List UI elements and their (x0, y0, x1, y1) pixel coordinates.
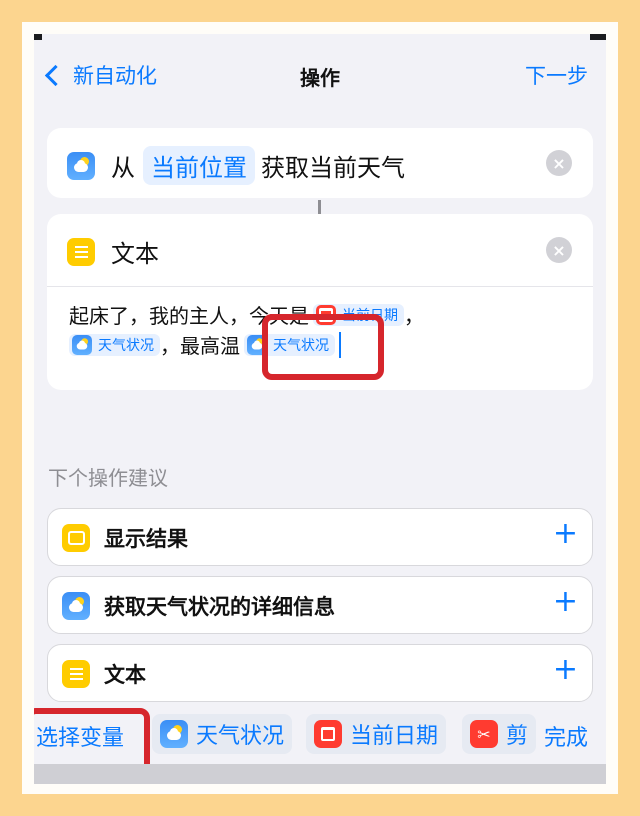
add-icon[interactable]: + (553, 587, 578, 617)
scissors-icon: ✂ (470, 720, 498, 748)
action-connector (318, 200, 321, 214)
weather-token[interactable]: 天气状况 (69, 333, 160, 356)
add-icon[interactable]: + (553, 655, 578, 685)
result-icon (62, 524, 90, 552)
done-button[interactable]: 完成 (535, 720, 588, 752)
text-action-title: 文本 (111, 240, 159, 268)
suggestion-show-result[interactable]: 显示结果 + (47, 508, 593, 566)
highlight-box (262, 314, 384, 380)
text-icon (67, 237, 95, 266)
weather-icon (62, 592, 90, 620)
next-button[interactable]: 下一步 (525, 60, 588, 90)
suggestion-weather-details[interactable]: 获取天气状况的详细信息 + (47, 576, 593, 634)
suggestions-title: 下个操作建议 (48, 466, 168, 490)
add-icon[interactable]: + (553, 519, 578, 549)
clear-icon[interactable]: × (546, 150, 572, 176)
variable-weather[interactable]: 天气状况 (152, 714, 293, 754)
from-label: 从 (111, 154, 135, 182)
calendar-icon (314, 720, 342, 748)
page-title: 操作 (300, 66, 340, 90)
variable-date[interactable]: 当前日期 (306, 714, 447, 754)
weather-icon (160, 720, 188, 748)
suggestion-text[interactable]: 文本 + (47, 644, 593, 702)
text-segment: ，最高温 (160, 334, 240, 358)
phone-screen: 新自动化 操作 下一步 从 当前位置 获取当前天气 × 文本 × 起床了，我的主… (34, 34, 606, 784)
action-label: 获取当前天气 (261, 154, 405, 182)
location-token[interactable]: 当前位置 (143, 146, 255, 185)
keyboard-edge (34, 764, 606, 784)
get-weather-action-card[interactable]: 从 当前位置 获取当前天气 × (47, 128, 593, 198)
text-segment: ， (404, 304, 424, 328)
weather-icon (67, 151, 95, 180)
variable-clipboard[interactable]: ✂ 剪 (462, 714, 537, 754)
clear-icon[interactable]: × (546, 237, 572, 263)
weather-icon (72, 334, 92, 355)
text-icon (62, 660, 90, 688)
